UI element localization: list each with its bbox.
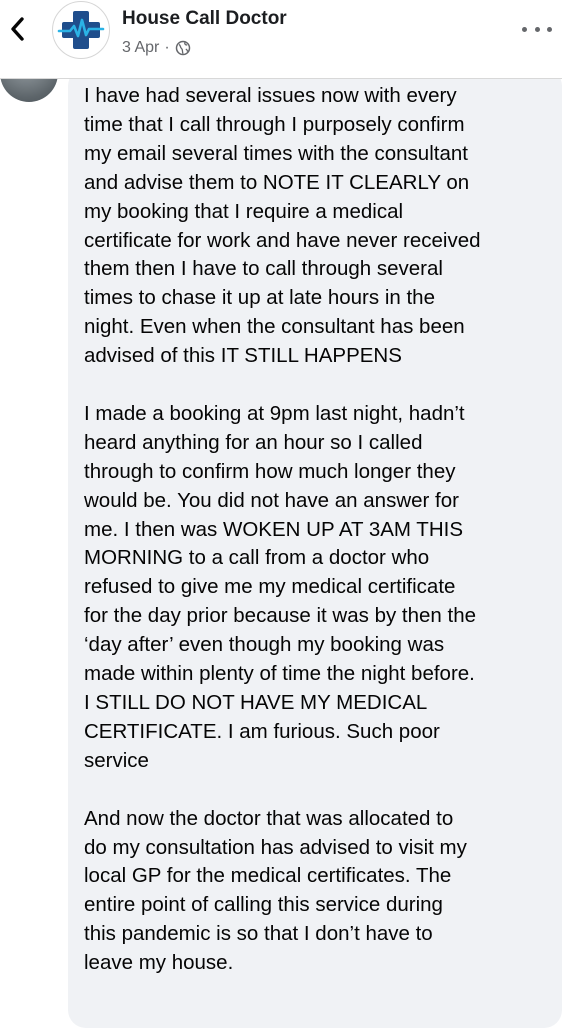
more-options-button[interactable]: [522, 24, 552, 34]
globe-icon: [175, 40, 190, 56]
post-meta: 3 Apr ·: [122, 39, 191, 57]
more-options-icon: [522, 26, 527, 32]
comment-paragraph: I have had several issues now with every…: [84, 84, 481, 368]
medical-cross-heartbeat-logo: [57, 11, 105, 49]
page-avatar[interactable]: [52, 1, 110, 59]
comment-paragraph: And now the doctor that was allocated to…: [84, 806, 467, 975]
post-date[interactable]: 3 Apr: [122, 39, 159, 57]
back-button[interactable]: [6, 14, 28, 44]
comment-paragraph: I made a booking at 9pm last night, hadn…: [84, 401, 477, 772]
header-bar: House Call Doctor 3 Apr ·: [0, 0, 562, 79]
chevron-left-icon: [11, 17, 24, 41]
comment-body: I have had several issues now with every…: [84, 82, 554, 1007]
page-title[interactable]: House Call Doctor: [122, 8, 287, 30]
meta-separator: ·: [164, 39, 170, 56]
